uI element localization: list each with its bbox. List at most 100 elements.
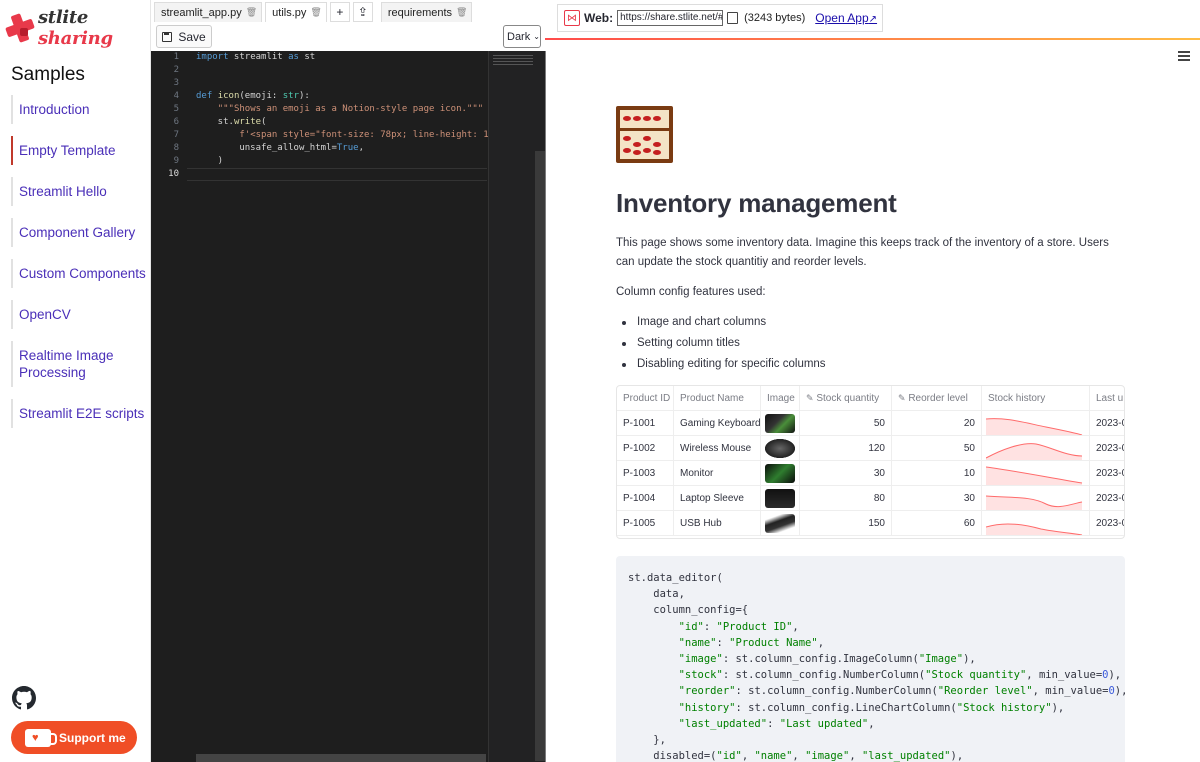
tab-requirements[interactable]: requirements 🗑 bbox=[380, 2, 473, 22]
cell-product-id[interactable]: P-1001 bbox=[617, 411, 674, 436]
sample-item-component-gallery[interactable]: Component Gallery bbox=[11, 218, 149, 247]
code-area[interactable]: 1 2 3 4 5 6 7 8 9 10 import streamlit as… bbox=[151, 51, 546, 762]
github-icon[interactable] bbox=[12, 686, 36, 710]
minimap[interactable] bbox=[488, 51, 546, 762]
sample-item-streamlit-hello[interactable]: Streamlit Hello bbox=[11, 177, 149, 206]
col-header-label: Stock quantity bbox=[816, 393, 880, 404]
cell-stock-quantity[interactable]: 80 bbox=[800, 486, 892, 511]
cell-stock-quantity[interactable]: 30 bbox=[800, 461, 892, 486]
save-label: Save bbox=[178, 29, 206, 44]
code-lines: import streamlit as st def icon(emoji: s… bbox=[196, 51, 488, 181]
cell-stock-history[interactable] bbox=[982, 436, 1090, 461]
code-line: unsafe_allow_html=True, bbox=[196, 143, 364, 153]
sparkline-area bbox=[986, 496, 1082, 510]
sample-item-realtime-image-processing[interactable]: Realtime Image Processing bbox=[11, 341, 149, 387]
line-number: 8 bbox=[173, 143, 179, 153]
cell-reorder-level[interactable]: 50 bbox=[892, 436, 982, 461]
cell-product-id[interactable]: P-1002 bbox=[617, 436, 674, 461]
cell-image[interactable] bbox=[761, 436, 800, 461]
tab-streamlit-app-py[interactable]: streamlit_app.py 🗑 bbox=[154, 2, 263, 22]
product-image bbox=[765, 414, 795, 433]
col-header-last-updated[interactable]: Last u bbox=[1090, 386, 1124, 411]
web-label: Web: bbox=[584, 11, 614, 25]
code-line: "id": "Product ID", bbox=[678, 620, 799, 633]
add-file-button[interactable]: + bbox=[329, 2, 350, 22]
cell-product-id[interactable]: P-1005 bbox=[617, 511, 674, 536]
code-line: import streamlit as st bbox=[196, 52, 316, 62]
cell-reorder-level[interactable]: 30 bbox=[892, 486, 982, 511]
col-header-stock-history[interactable]: Stock history bbox=[982, 386, 1090, 411]
cell-stock-quantity[interactable]: 120 bbox=[800, 436, 892, 461]
line-number: 10 bbox=[168, 169, 179, 179]
cell-product-name[interactable]: Monitor bbox=[674, 461, 761, 486]
code-line: "reorder": st.column_config.NumberColumn… bbox=[678, 685, 1128, 698]
vertical-scrollbar[interactable] bbox=[535, 151, 545, 761]
code-line: data, bbox=[628, 588, 685, 601]
code-token: "stock" bbox=[678, 669, 723, 682]
code-token: "Product Name" bbox=[729, 636, 818, 649]
cell-image[interactable] bbox=[761, 486, 800, 511]
upload-icon[interactable]: ⇪ bbox=[352, 2, 373, 22]
cell-last-updated[interactable]: 2023-0 bbox=[1090, 436, 1124, 461]
sample-item-opencv[interactable]: OpenCV bbox=[11, 300, 149, 329]
horizontal-scrollbar[interactable] bbox=[196, 754, 486, 762]
save-button[interactable]: Save bbox=[156, 25, 212, 48]
open-app-link[interactable]: Open App↗ bbox=[815, 11, 877, 25]
code-token: as bbox=[288, 52, 299, 62]
code-token: True bbox=[336, 143, 359, 153]
support-me-button[interactable]: ♥ Support me bbox=[11, 721, 137, 754]
col-header-reorder-level[interactable]: ✎ Reorder level bbox=[892, 386, 982, 411]
sample-item-custom-components[interactable]: Custom Components bbox=[11, 259, 149, 288]
product-image bbox=[765, 464, 795, 483]
logo-text-sharing: sharing bbox=[37, 28, 113, 49]
line-number: 9 bbox=[173, 156, 179, 166]
col-header-product-id[interactable]: Product ID bbox=[617, 386, 674, 411]
sparkline-chart bbox=[986, 443, 1083, 460]
cell-stock-quantity[interactable]: 150 bbox=[800, 511, 892, 536]
cell-stock-history[interactable] bbox=[982, 511, 1090, 536]
cell-product-name[interactable]: USB Hub bbox=[674, 511, 761, 536]
cell-reorder-level[interactable]: 60 bbox=[892, 511, 982, 536]
cell-last-updated[interactable]: 2023-0 bbox=[1090, 461, 1124, 486]
theme-select[interactable]: Dark ⌄ bbox=[503, 25, 541, 48]
tab-utils-py[interactable]: utils.py 🗑 bbox=[265, 2, 327, 22]
cell-image[interactable] bbox=[761, 411, 800, 436]
cell-product-name[interactable]: Gaming Keyboard bbox=[674, 411, 761, 436]
sample-item-streamlit-e2e-scripts[interactable]: Streamlit E2E scripts bbox=[11, 399, 149, 428]
trash-icon[interactable]: 🗑 bbox=[456, 7, 467, 18]
cell-stock-history[interactable] bbox=[982, 486, 1090, 511]
cell-product-name[interactable]: Wireless Mouse bbox=[674, 436, 761, 461]
table-row: P-1002 Wireless Mouse 120 50 2023-0 bbox=[617, 436, 1124, 461]
edit-column-icon: ✎ bbox=[898, 393, 906, 403]
code-line: f'<span style="font-size: 78px; line-hei… bbox=[196, 129, 488, 142]
cell-last-updated[interactable]: 2023-0 bbox=[1090, 411, 1124, 436]
cell-stock-history[interactable] bbox=[982, 411, 1090, 436]
code-token: f'<span style="font-size: 78px; line-hei… bbox=[239, 130, 488, 140]
cell-reorder-level[interactable]: 10 bbox=[892, 461, 982, 486]
cell-product-id[interactable]: P-1004 bbox=[617, 486, 674, 511]
cell-stock-history[interactable] bbox=[982, 461, 1090, 486]
logo[interactable]: stlite sharing bbox=[5, 7, 150, 49]
line-number: 2 bbox=[173, 65, 179, 75]
cell-last-updated[interactable]: 2023-0 bbox=[1090, 486, 1124, 511]
sample-item-introduction[interactable]: Introduction bbox=[11, 95, 149, 124]
cell-image[interactable] bbox=[761, 511, 800, 536]
copy-icon[interactable] bbox=[727, 12, 739, 24]
cell-stock-quantity[interactable]: 50 bbox=[800, 411, 892, 436]
code-editor-panel: streamlit_app.py 🗑 utils.py 🗑 + ⇪ requirem… bbox=[151, 0, 546, 762]
cell-image[interactable] bbox=[761, 461, 800, 486]
col-header-stock-quantity[interactable]: ✎ Stock quantity bbox=[800, 386, 892, 411]
col-header-image[interactable]: Image bbox=[761, 386, 800, 411]
cell-product-id[interactable]: P-1003 bbox=[617, 461, 674, 486]
sample-item-empty-template[interactable]: Empty Template bbox=[11, 136, 149, 165]
share-url-input[interactable]: https://share.stlite.net/# bbox=[617, 10, 724, 26]
col-header-product-name[interactable]: Product Name bbox=[674, 386, 761, 411]
trash-icon[interactable]: 🗑 bbox=[310, 7, 321, 18]
cell-last-updated[interactable]: 2023-0 bbox=[1090, 511, 1124, 536]
samples-title: Samples bbox=[11, 64, 85, 85]
trash-icon[interactable]: 🗑 bbox=[246, 7, 257, 18]
cell-product-name[interactable]: Laptop Sleeve bbox=[674, 486, 761, 511]
data-editor-table[interactable]: Product ID Product Name Image ✎ Stock qu… bbox=[616, 385, 1125, 539]
cell-reorder-level[interactable]: 20 bbox=[892, 411, 982, 436]
